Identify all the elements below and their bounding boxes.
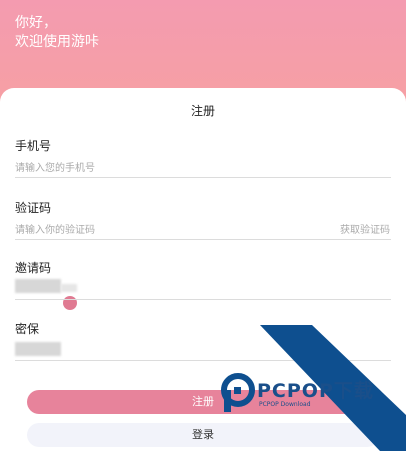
pcpop-logo-icon	[221, 373, 255, 412]
form-title: 注册	[190, 104, 215, 118]
greeting-line-2: 欢迎使用游咔	[15, 34, 99, 50]
greeting-line-1: 你好，	[15, 15, 57, 31]
watermark-subtext: PCPOP Download	[259, 401, 311, 408]
greeting: 你好， 欢迎使用游咔	[15, 14, 99, 52]
invite-divider	[15, 299, 391, 300]
get-code-button[interactable]: 获取验证码	[340, 221, 390, 236]
phone-divider	[15, 177, 391, 178]
security-label: 密保	[15, 322, 40, 336]
code-input[interactable]: 请输入你的验证码	[15, 221, 95, 236]
security-value-redacted	[15, 342, 61, 356]
code-divider	[15, 239, 391, 240]
invite-value-redacted	[15, 279, 61, 293]
watermark-brand: PCPOP下载	[257, 380, 374, 402]
phone-input[interactable]: 请输入您的手机号	[15, 159, 95, 174]
phone-label: 手机号	[15, 139, 52, 153]
code-label: 验证码	[15, 201, 52, 215]
invite-value-redacted-2	[61, 284, 77, 292]
invite-label: 邀请码	[15, 261, 52, 275]
